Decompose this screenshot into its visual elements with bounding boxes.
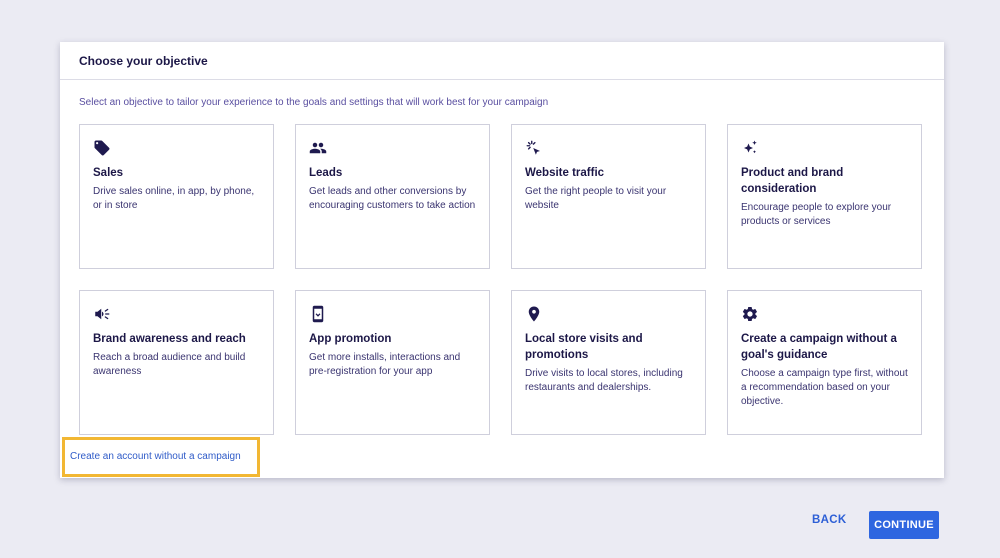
objective-description: Choose a campaign type first, without a …	[741, 368, 908, 407]
megaphone-icon	[93, 305, 111, 323]
objective-card-brand-awareness[interactable]: Brand awareness and reach Reach a broad …	[79, 290, 274, 435]
objective-card-leads[interactable]: Leads Get leads and other conversions by…	[295, 124, 490, 269]
objective-description: Drive sales online, in app, by phone, or…	[93, 186, 255, 211]
objective-description: Reach a broad audience and build awarene…	[93, 352, 246, 377]
back-button[interactable]: BACK	[812, 514, 846, 526]
objective-card-no-goal-guidance[interactable]: Create a campaign without a goal's guida…	[727, 290, 922, 435]
objective-title: App promotion	[309, 333, 392, 345]
phone-icon	[309, 305, 327, 323]
objective-title: Create a campaign without a goal's guida…	[741, 333, 897, 361]
panel-subtitle: Select an objective to tailor your exper…	[79, 97, 549, 108]
objective-description: Drive visits to local stores, including …	[525, 368, 683, 393]
tag-icon	[93, 139, 111, 157]
objective-description: Get more installs, interactions and pre-…	[309, 352, 461, 377]
objective-description: Encourage people to explore your product…	[741, 202, 892, 227]
objective-card-product-brand-consideration[interactable]: Product and brand consideration Encourag…	[727, 124, 922, 269]
people-icon	[309, 139, 327, 157]
objective-title: Local store visits and promotions	[525, 333, 643, 361]
objective-card-local-store-visits[interactable]: Local store visits and promotions Drive …	[511, 290, 706, 435]
objective-card-app-promotion[interactable]: App promotion Get more installs, interac…	[295, 290, 490, 435]
objective-title: Website traffic	[525, 167, 605, 179]
sparkle-icon	[741, 139, 759, 157]
continue-button[interactable]: CONTINUE	[869, 511, 939, 539]
objective-title: Sales	[93, 167, 124, 179]
location-pin-icon	[525, 305, 543, 323]
objective-description: Get the right people to visit your websi…	[525, 186, 667, 211]
objective-card-sales[interactable]: Sales Drive sales online, in app, by pho…	[79, 124, 274, 269]
objective-card-website-traffic[interactable]: Website traffic Get the right people to …	[511, 124, 706, 269]
create-account-without-campaign-link[interactable]: Create an account without a campaign	[62, 437, 260, 477]
objective-panel: Choose your objective Select an objectiv…	[60, 42, 944, 478]
panel-title: Choose your objective	[60, 42, 944, 80]
cursor-click-icon	[525, 139, 543, 157]
objective-title: Leads	[309, 167, 343, 179]
objective-title: Product and brand consideration	[741, 167, 844, 195]
gear-icon	[741, 305, 759, 323]
objective-title: Brand awareness and reach	[93, 333, 246, 345]
objective-description: Get leads and other conversions by encou…	[309, 186, 476, 211]
